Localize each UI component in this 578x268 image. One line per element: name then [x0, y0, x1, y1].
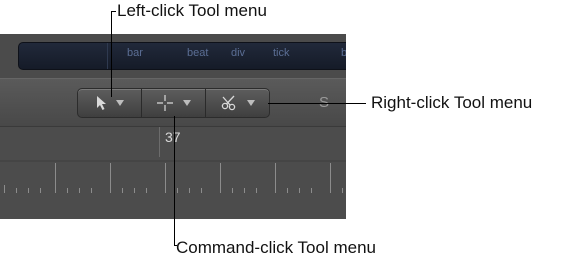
lcd-display: bar beat div tick b	[18, 42, 346, 70]
command-click-leader-tick	[174, 245, 177, 246]
ruler-ticks	[0, 127, 346, 219]
lcd-edge-label: b	[341, 47, 346, 59]
lcd-beat-label: beat	[187, 47, 208, 59]
bar-ruler[interactable]: 37	[0, 126, 346, 219]
scissors-icon	[220, 94, 238, 112]
command-click-tool-menu[interactable]	[142, 89, 206, 117]
tool-menu-group	[77, 88, 270, 118]
pointer-icon	[95, 95, 107, 111]
left-click-tool-menu[interactable]	[78, 89, 142, 117]
left-click-leader-line	[111, 11, 112, 97]
left-click-leader-tick	[111, 11, 116, 12]
lcd-divider	[107, 43, 108, 69]
chevron-down-icon	[183, 100, 191, 106]
left-click-callout-label: Left-click Tool menu	[117, 1, 267, 21]
right-click-tool-menu[interactable]	[206, 89, 269, 117]
right-click-callout-label: Right-click Tool menu	[371, 93, 532, 113]
chevron-down-icon	[116, 100, 124, 106]
chevron-down-icon	[247, 100, 255, 106]
command-click-leader-line	[174, 116, 175, 246]
lcd-div-label: div	[231, 47, 245, 59]
command-click-callout-label: Command-click Tool menu	[176, 238, 376, 258]
logic-tracks-area: bar beat div tick b S	[0, 34, 346, 219]
lcd-tick-label: tick	[273, 47, 290, 59]
crosshair-icon	[156, 94, 174, 112]
lcd-bar-label: bar	[127, 47, 143, 59]
right-click-leader-line	[268, 103, 366, 104]
